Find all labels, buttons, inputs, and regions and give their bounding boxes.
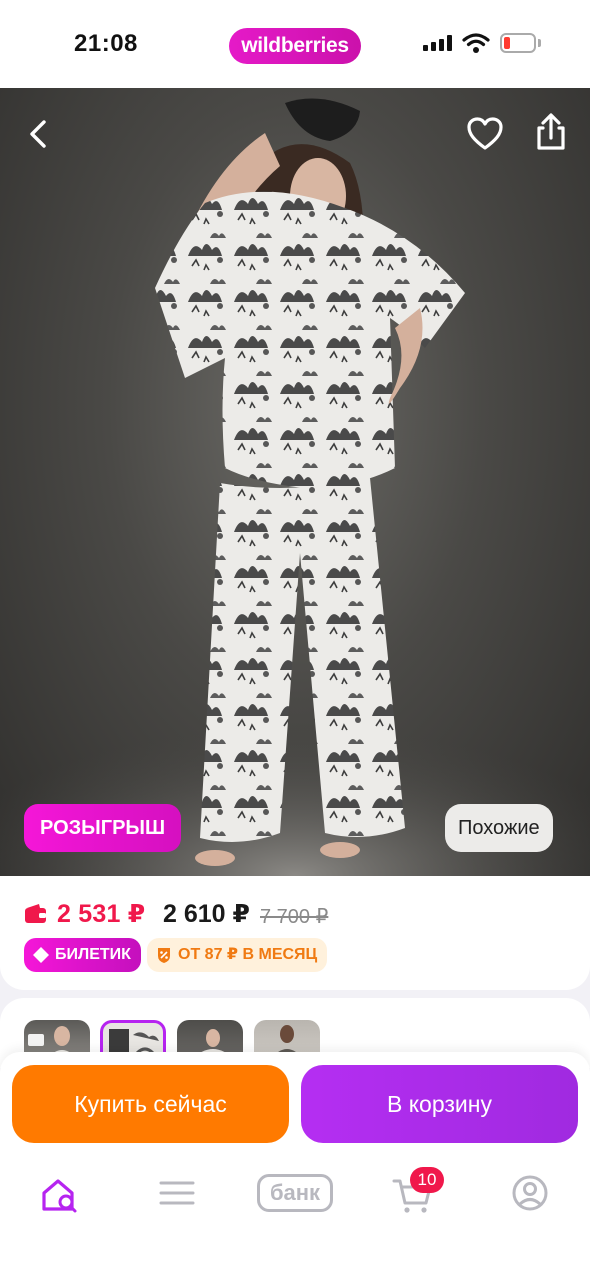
home-search-icon[interactable] (30, 1171, 90, 1215)
battery-tip (538, 39, 541, 47)
back-icon[interactable] (22, 116, 58, 152)
purchase-action-bar: Купить сейчас В корзину (0, 1052, 590, 1157)
heart-icon[interactable] (466, 116, 504, 152)
share-icon[interactable] (533, 112, 569, 152)
catalog-menu-icon[interactable] (147, 1171, 207, 1215)
installment-label: ОТ 87 ₽ В МЕСЯЦ (178, 946, 318, 963)
wifi-icon (462, 33, 490, 53)
add-to-cart-button[interactable]: В корзину (301, 1065, 578, 1143)
product-photo-gallery[interactable]: РОЗЫГРЫШ Похожие (0, 88, 590, 876)
status-time: 21:08 (74, 30, 138, 57)
cart-count-badge: 10 (410, 1167, 444, 1193)
installment-badge[interactable]: ОТ 87 ₽ В МЕСЯЦ (147, 938, 328, 972)
ticket-icon (33, 947, 49, 963)
ticket-label: БИЛЕТИК (55, 946, 131, 963)
regular-price: 2 610 ₽ (163, 900, 250, 928)
bank-tab-label: банк (269, 1180, 321, 1205)
wallet-price: 2 531 ₽ (57, 900, 146, 928)
bank-tab[interactable]: банк (257, 1174, 333, 1212)
product-photo (0, 98, 590, 876)
wildberries-logo: wildberries (229, 28, 361, 64)
buy-now-button[interactable]: Купить сейчас (12, 1065, 289, 1143)
similar-products-button[interactable]: Похожие (445, 804, 553, 852)
installment-shield-icon (158, 947, 170, 963)
price-card: 2 531 ₽ 2 610 ₽ 7 700 ₽ БИЛЕТИК ОТ 87 ₽ … (0, 876, 590, 990)
profile-icon[interactable] (500, 1171, 560, 1215)
old-price: 7 700 ₽ (260, 906, 329, 928)
wallet-icon (25, 904, 46, 923)
raffle-badge[interactable]: РОЗЫГРЫШ (24, 804, 182, 852)
status-bar: 21:08 wildberries (0, 0, 590, 88)
battery-icon (500, 33, 536, 53)
bottom-tab-bar: банк 10 (0, 1157, 590, 1280)
ticket-badge[interactable]: БИЛЕТИК (24, 938, 141, 972)
cellular-signal-icon (423, 35, 452, 51)
